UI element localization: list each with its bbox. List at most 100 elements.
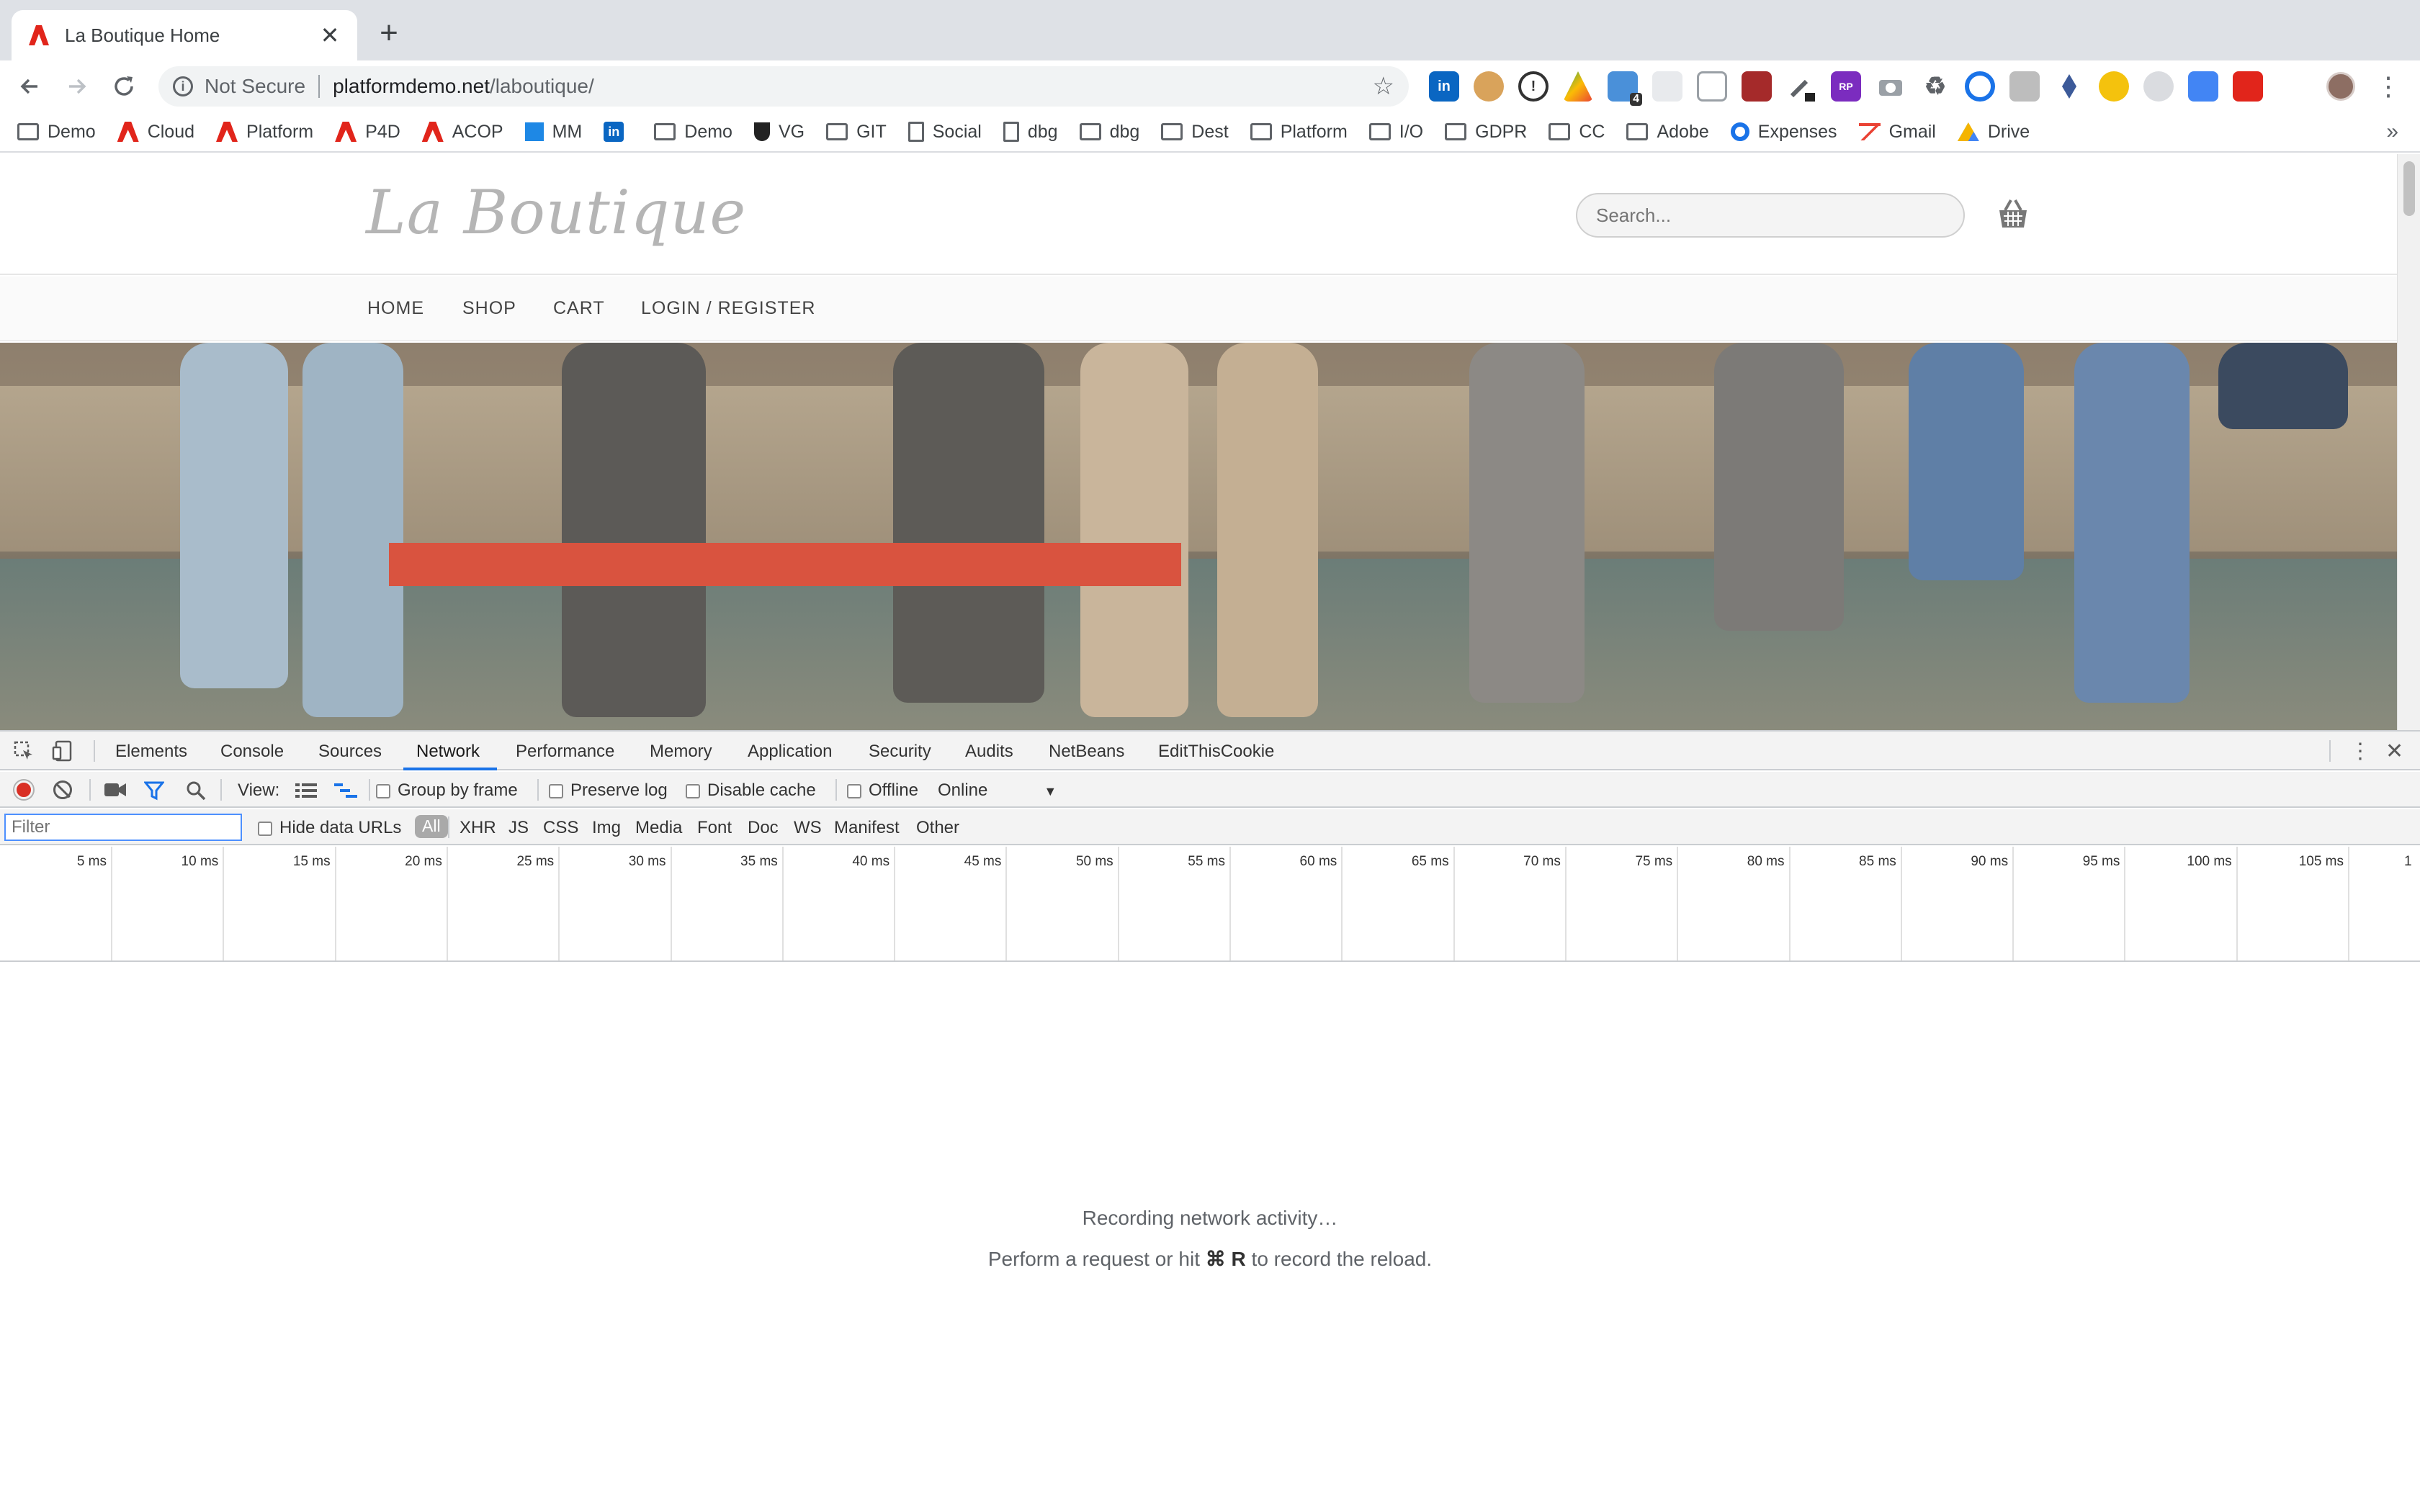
tab-sources[interactable]: Sources: [318, 742, 382, 762]
filter-type-all[interactable]: All: [415, 815, 448, 838]
browser-tab[interactable]: La Boutique Home ✕: [12, 10, 357, 60]
filter-type-js[interactable]: JS: [508, 818, 529, 838]
tab-memory[interactable]: Memory: [650, 742, 712, 762]
translate-extension-icon[interactable]: [2188, 71, 2218, 102]
sphere-extension-icon[interactable]: [2143, 71, 2174, 102]
record-icon[interactable]: [14, 780, 33, 799]
nav-login-register[interactable]: LOGIN / REGISTER: [641, 298, 815, 319]
bookmark-item[interactable]: GIT: [826, 122, 887, 143]
bookmark-item[interactable]: Expenses: [1730, 122, 1837, 143]
profile-avatar[interactable]: [2326, 72, 2355, 101]
bookmark-item[interactable]: VG: [753, 122, 805, 143]
tab-editthiscookie[interactable]: EditThisCookie: [1158, 742, 1274, 762]
filter-type-img[interactable]: Img: [592, 818, 621, 838]
window-extension-icon[interactable]: [2009, 71, 2040, 102]
network-overview-timeline[interactable]: 5 ms 10 ms 15 ms 20 ms 25 ms 30 ms 35 ms 40 ms 4…: [0, 847, 2420, 962]
filter-input[interactable]: [4, 814, 242, 841]
bookmark-item[interactable]: Platform: [216, 122, 313, 143]
bookmark-item[interactable]: P4D: [335, 122, 400, 143]
site-logo[interactable]: La Boutique: [366, 177, 746, 248]
camera-extension-icon[interactable]: [1876, 71, 1906, 102]
bookmark-item[interactable]: Adobe: [1626, 122, 1709, 143]
checkbox-box[interactable]: [376, 783, 390, 798]
forward-arrow-icon[interactable]: [62, 72, 91, 101]
eyedropper-extension-icon[interactable]: [1786, 71, 1816, 102]
page-scrollbar[interactable]: [2397, 154, 2420, 730]
bookmark-item[interactable]: CC: [1549, 122, 1605, 143]
bookmark-item[interactable]: in: [604, 122, 632, 142]
bookmark-item[interactable]: Demo: [17, 122, 96, 143]
recycle-extension-icon[interactable]: ♻: [1920, 71, 1950, 102]
capture-screenshots-icon[interactable]: [104, 780, 127, 799]
filter-type-font[interactable]: Font: [697, 818, 732, 838]
tab-security[interactable]: Security: [869, 742, 931, 762]
cube-extension-icon[interactable]: [1697, 71, 1727, 102]
checkbox-box[interactable]: [686, 783, 700, 798]
triangle-extension-icon[interactable]: [1563, 71, 1593, 102]
page-scrollbar-thumb[interactable]: [2403, 161, 2415, 216]
bookmark-item[interactable]: MM: [524, 122, 582, 143]
filter-type-xhr[interactable]: XHR: [460, 818, 496, 838]
site-search-input[interactable]: [1576, 193, 1965, 238]
info-icon[interactable]: i: [173, 76, 193, 96]
filter-type-css[interactable]: CSS: [543, 818, 578, 838]
disable-cache-checkbox[interactable]: Disable cache: [686, 780, 816, 801]
shopping-basket-icon[interactable]: [1995, 196, 2031, 232]
bookmark-item[interactable]: Drive: [1957, 122, 2030, 143]
tab-console[interactable]: Console: [220, 742, 284, 762]
checkbox-box[interactable]: [549, 783, 563, 798]
bookmark-item[interactable]: Cloud: [117, 122, 194, 143]
bookmarks-overflow-icon[interactable]: »: [2386, 120, 2398, 144]
cursor-extension-icon[interactable]: [1652, 71, 1682, 102]
bookmark-item[interactable]: dbg: [1079, 122, 1139, 143]
filter-icon[interactable]: [144, 780, 164, 801]
device-toolbar-icon[interactable]: [52, 740, 73, 762]
filter-type-media[interactable]: Media: [635, 818, 682, 838]
bookmark-item[interactable]: Platform: [1250, 122, 1348, 143]
offline-checkbox[interactable]: Offline: [847, 780, 918, 801]
debugger-extension-icon[interactable]: 4: [1608, 71, 1642, 106]
large-request-rows-icon[interactable]: [295, 782, 317, 799]
ring-extension-icon[interactable]: [1965, 71, 1995, 102]
glasses-extension-icon[interactable]: [2099, 71, 2129, 102]
bookmark-item[interactable]: Dest: [1161, 122, 1229, 143]
bookmark-item[interactable]: Social: [908, 122, 982, 143]
bug-extension-icon[interactable]: [1742, 71, 1772, 102]
devtools-menu-icon[interactable]: ⋮: [2349, 739, 2371, 764]
hide-data-urls-checkbox[interactable]: Hide data URLs: [258, 818, 401, 838]
rp-extension-icon[interactable]: RP: [1831, 71, 1861, 102]
tab-elements[interactable]: Elements: [115, 742, 187, 762]
back-arrow-icon[interactable]: [16, 72, 45, 101]
tab-performance[interactable]: Performance: [516, 742, 614, 762]
nav-cart[interactable]: CART: [553, 298, 605, 319]
tab-application[interactable]: Application: [748, 742, 832, 762]
filter-type-doc[interactable]: Doc: [748, 818, 779, 838]
new-tab-button[interactable]: +: [375, 17, 403, 49]
group-by-frame-checkbox[interactable]: Group by frame: [376, 780, 518, 801]
bookmark-item[interactable]: Gmail: [1858, 122, 1936, 143]
bookmark-item[interactable]: ACOP: [421, 122, 503, 143]
filter-type-ws[interactable]: WS: [794, 818, 822, 838]
bookmark-item[interactable]: I/O: [1368, 122, 1423, 143]
tab-network[interactable]: Network: [416, 742, 480, 762]
adobe-extension-icon[interactable]: [2233, 71, 2263, 102]
close-devtools-icon[interactable]: ✕: [2385, 739, 2403, 764]
nav-shop[interactable]: SHOP: [462, 298, 516, 319]
ethereum-extension-icon[interactable]: [2054, 71, 2084, 102]
tab-audits[interactable]: Audits: [965, 742, 1013, 762]
tab-netbeans[interactable]: NetBeans: [1049, 742, 1124, 762]
reload-icon[interactable]: [109, 72, 138, 101]
bookmark-item[interactable]: Demo: [654, 122, 732, 143]
bookmark-item[interactable]: GDPR: [1445, 122, 1527, 143]
search-icon[interactable]: [186, 780, 206, 801]
nav-home[interactable]: HOME: [367, 298, 424, 319]
filter-type-other[interactable]: Other: [916, 818, 959, 838]
close-tab-icon[interactable]: ✕: [318, 24, 341, 47]
throttling-select[interactable]: Online ▼: [938, 780, 1057, 801]
checkbox-box[interactable]: [258, 821, 272, 836]
waterfall-overview-icon[interactable]: [334, 782, 357, 799]
inspect-element-icon[interactable]: [13, 740, 35, 762]
browser-menu-icon[interactable]: ⋮: [2375, 72, 2401, 101]
checkbox-box[interactable]: [847, 783, 861, 798]
bookmark-star-icon[interactable]: ☆: [1373, 72, 1394, 101]
